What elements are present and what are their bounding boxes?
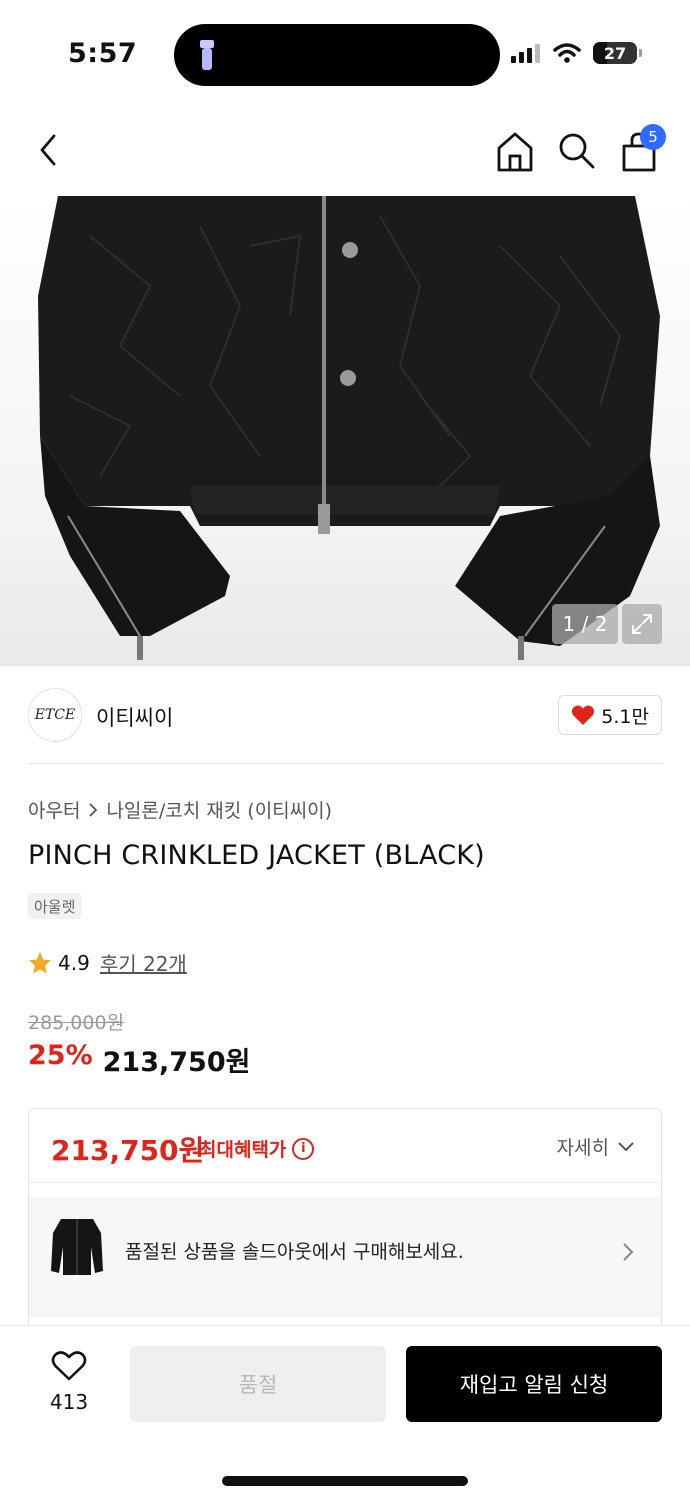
brand-row[interactable]: ETCE 이티씨이 5.1만 <box>28 686 662 744</box>
wishlist-count: 413 <box>49 1390 89 1414</box>
detail-toggle-label: 자세히 <box>556 1137 609 1159</box>
sale-price: 213,750원 <box>102 1047 251 1078</box>
cellular-signal-icon <box>511 44 540 63</box>
product-title: PINCH CRINKLED JACKET (BLACK) <box>28 840 485 871</box>
chevron-right-icon <box>623 1243 634 1261</box>
price-row: 25% 213,750원 <box>28 1040 250 1079</box>
detail-toggle-button[interactable]: 자세히 <box>557 1133 635 1160</box>
image-counter: 1 / 2 <box>552 604 618 644</box>
discount-rate: 25% <box>28 1040 93 1071</box>
expand-icon <box>632 614 652 634</box>
status-bar: 5:57 27 <box>0 0 690 110</box>
battery-level: 27 <box>603 43 627 63</box>
dynamic-island <box>174 24 500 86</box>
brand-name[interactable]: 이티씨이 <box>96 702 173 732</box>
home-indicator <box>222 1476 468 1486</box>
benefit-box: 213,750원 최대혜택가 i 자세히 품절된 상품을 솔드아웃에서 구매해보… <box>28 1108 662 1338</box>
max-benefit-label: 최대혜택가 i <box>199 1135 315 1162</box>
expand-image-button[interactable] <box>622 604 662 644</box>
soldout-banner[interactable]: 품절된 상품을 솔드아웃에서 구매해보세요. <box>29 1197 661 1317</box>
product-image[interactable]: 1 / 2 <box>0 196 690 666</box>
brand-like-count: 5.1만 <box>601 705 649 728</box>
soldout-button[interactable]: 품절 <box>130 1346 386 1422</box>
home-icon[interactable] <box>495 130 535 174</box>
cart-button[interactable]: 5 <box>618 124 666 174</box>
breadcrumb-subcategory[interactable]: 나일론/코치 재킷 (이티씨이) <box>106 796 332 823</box>
info-icon[interactable]: i <box>292 1137 315 1160</box>
original-price: 285,000원 <box>28 1012 125 1034</box>
max-benefit-price: 213,750원 <box>51 1134 205 1167</box>
breadcrumb: 아우터 나일론/코치 재킷 (이티씨이) <box>28 796 332 823</box>
search-icon[interactable] <box>556 130 596 170</box>
rating-score: 4.9 <box>58 950 90 975</box>
chevron-right-icon <box>89 802 98 817</box>
status-time: 5:57 <box>68 38 138 69</box>
status-icons: 27 <box>511 42 642 64</box>
brand-logo[interactable]: ETCE <box>28 688 82 742</box>
reviews-link[interactable]: 후기 22개 <box>100 948 187 977</box>
cart-count-badge: 5 <box>640 124 666 150</box>
back-icon[interactable] <box>30 130 70 170</box>
wishlist-button[interactable]: 413 <box>40 1350 98 1414</box>
restock-notify-button[interactable]: 재입고 알림 신청 <box>406 1346 662 1422</box>
heart-outline-icon <box>51 1351 87 1381</box>
max-benefit-label-text: 최대혜택가 <box>199 1139 287 1161</box>
jacket-photo <box>38 196 660 660</box>
soldout-message: 품절된 상품을 솔드아웃에서 구매해보세요. <box>125 1241 464 1263</box>
outlet-tag: 아울렛 <box>28 893 82 919</box>
flashlight-icon <box>200 40 214 70</box>
benefit-header[interactable]: 213,750원 최대혜택가 i 자세히 <box>29 1109 661 1183</box>
battery-icon: 27 <box>593 42 637 64</box>
star-icon <box>29 951 51 973</box>
chevron-down-icon <box>618 1141 634 1151</box>
bottom-action-bar: 413 품절 재입고 알림 신청 <box>0 1325 690 1500</box>
heart-filled-icon <box>572 705 595 725</box>
wifi-icon <box>553 43 581 63</box>
breadcrumb-category[interactable]: 아우터 <box>28 796 80 823</box>
brand-like-button[interactable]: 5.1만 <box>558 695 662 735</box>
jacket-thumbnail <box>51 1219 103 1275</box>
rating-row[interactable]: 4.9 후기 22개 <box>28 948 187 977</box>
top-nav: 5 <box>0 118 690 184</box>
divider <box>28 763 662 764</box>
